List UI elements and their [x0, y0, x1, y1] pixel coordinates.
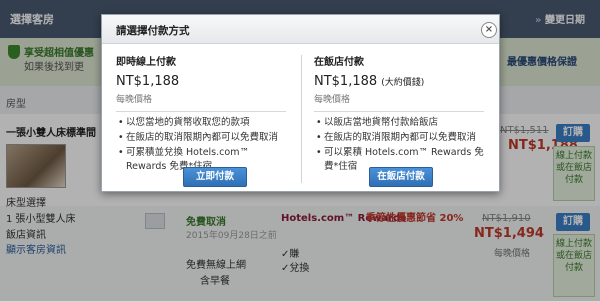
close-icon[interactable]: ×: [481, 22, 497, 38]
pay-at-hotel-option: 在飯店付款 NT$1,188 (大約價錢) 每晚價格 以飯店當地貨幣付款給飯店 …: [314, 53, 484, 175]
price-note: 每晚價格: [116, 95, 153, 105]
benefit-item: 在飯店的取消限期內都可以免費取消: [314, 131, 484, 145]
divider: [116, 111, 286, 112]
divider: [314, 111, 484, 112]
option-title: 在飯店付款: [314, 57, 364, 68]
column-divider: [301, 55, 302, 183]
benefit-list: 以您當地的貨幣收取您的款項 在飯店的取消限期內都可以免費取消 可累積並兌換 Ho…: [116, 116, 286, 174]
option-price: NT$1,188 (大約價錢): [314, 74, 425, 89]
benefit-item: 以您當地的貨幣收取您的款項: [116, 116, 286, 130]
dialog-header: 請選擇付款方式 ×: [102, 15, 499, 44]
benefit-item: 在飯店的取消限期內都可以免費取消: [116, 131, 286, 145]
pay-online-option: 即時線上付款 NT$1,188 每晚價格 以您當地的貨幣收取您的款項 在飯店的取…: [116, 53, 286, 175]
benefit-item: 以飯店當地貨幣付款給飯店: [314, 116, 484, 130]
price-note: 每晚價格: [314, 95, 351, 105]
pay-at-hotel-button[interactable]: 在飯店付款: [369, 167, 433, 187]
approx-note: (大約價錢): [381, 78, 425, 88]
pay-now-button[interactable]: 立即付款: [183, 167, 247, 187]
option-title: 即時線上付款: [116, 57, 176, 68]
payment-method-dialog: 請選擇付款方式 × 即時線上付款 NT$1,188 每晚價格 以您當地的貨幣收取…: [101, 14, 500, 192]
benefit-list: 以飯店當地貨幣付款給飯店 在飯店的取消限期內都可以免費取消 可以累積 Hotel…: [314, 116, 484, 174]
dialog-title: 請選擇付款方式: [116, 25, 190, 37]
option-price: NT$1,188: [116, 74, 180, 89]
